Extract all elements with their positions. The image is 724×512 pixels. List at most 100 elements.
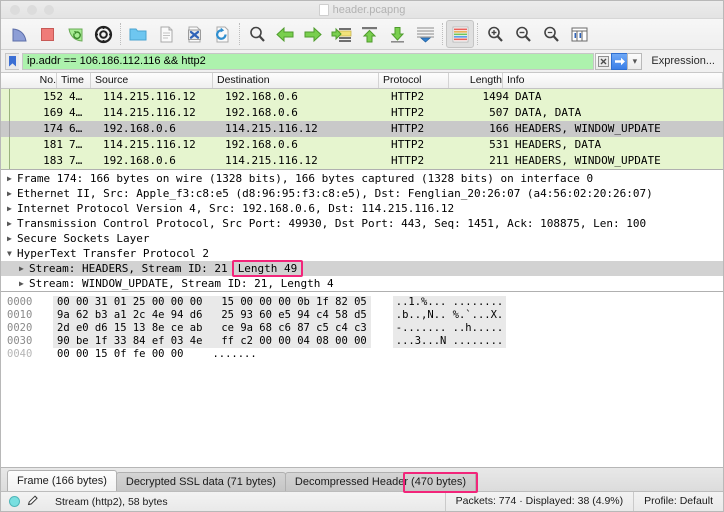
cell-source: 114.215.116.12 bbox=[100, 105, 222, 121]
table-row[interactable]: 1524…114.215.116.12192.168.0.6HTTP21494D… bbox=[1, 89, 723, 105]
chevron-right-icon[interactable]: ▶ bbox=[19, 276, 29, 291]
go-back-icon[interactable] bbox=[271, 20, 299, 48]
cell-protocol: HTTP2 bbox=[388, 153, 458, 169]
save-file-icon[interactable] bbox=[152, 20, 180, 48]
go-to-packet-icon[interactable] bbox=[327, 20, 355, 48]
apply-filter-button[interactable] bbox=[611, 53, 628, 70]
restart-capture-icon[interactable] bbox=[61, 20, 89, 48]
zoom-out-icon[interactable] bbox=[509, 20, 537, 48]
packets-counter: Packets: 774 · Displayed: 38 (4.9%) bbox=[445, 492, 634, 511]
packet-list-body[interactable]: 1524…114.215.116.12192.168.0.6HTTP21494D… bbox=[1, 89, 723, 169]
cell-info: HEADERS, WINDOW_UPDATE bbox=[512, 153, 723, 169]
table-row[interactable]: 1746…192.168.0.6114.215.116.12HTTP2166HE… bbox=[1, 121, 723, 137]
row-gutter bbox=[1, 105, 10, 121]
hex-dump-row[interactable]: 00109a 62 b3 a1 2c 4e 94 d6 25 93 60 e5 … bbox=[7, 309, 723, 322]
column-header-protocol[interactable]: Protocol bbox=[379, 73, 449, 88]
row-gutter bbox=[1, 121, 10, 137]
chevron-right-icon[interactable]: ▶ bbox=[7, 171, 17, 186]
detail-tree-item[interactable]: ▶Secure Sockets Layer bbox=[1, 231, 723, 246]
zoom-reset-icon[interactable] bbox=[537, 20, 565, 48]
column-header-no[interactable]: No. bbox=[1, 73, 57, 88]
cell-source: 192.168.0.6 bbox=[100, 153, 222, 169]
filter-history-dropdown[interactable]: ▾ bbox=[627, 53, 642, 70]
reload-file-icon[interactable] bbox=[208, 20, 236, 48]
chevron-right-icon[interactable]: ▶ bbox=[19, 261, 29, 276]
capture-options-icon[interactable] bbox=[89, 20, 117, 48]
hex-dump-row[interactable]: 000000 00 31 01 25 00 00 00 15 00 00 00 … bbox=[7, 296, 723, 309]
capture-comment-icon[interactable] bbox=[26, 494, 39, 510]
colorize-icon[interactable] bbox=[446, 20, 474, 48]
byte-view-tabbar[interactable]: Frame (166 bytes)Decrypted SSL data (71 … bbox=[1, 467, 723, 491]
byte-view-tab[interactable]: Decompressed Header (470 bytes) bbox=[285, 472, 476, 491]
packet-list-header[interactable]: No. Time Source Destination Protocol Len… bbox=[1, 73, 723, 89]
minimize-button[interactable] bbox=[27, 5, 37, 15]
status-icons[interactable] bbox=[1, 494, 47, 510]
display-filter-bar[interactable]: ip.addr == 106.186.112.116 && http2 ▾ Ex… bbox=[1, 50, 723, 73]
cell-no: 169 bbox=[10, 105, 66, 121]
expression-button[interactable]: Expression... bbox=[645, 55, 719, 67]
cell-protocol: HTTP2 bbox=[388, 105, 458, 121]
detail-tree-item[interactable]: ▶Internet Protocol Version 4, Src: 192.1… bbox=[1, 201, 723, 216]
detail-tree-item[interactable]: ▶Stream: WINDOW_UPDATE, Stream ID: 21, L… bbox=[1, 276, 723, 291]
packet-list-pane[interactable]: No. Time Source Destination Protocol Len… bbox=[1, 73, 723, 170]
expert-info-icon[interactable] bbox=[9, 496, 20, 507]
column-header-length[interactable]: Length bbox=[449, 73, 503, 88]
auto-scroll-icon[interactable] bbox=[411, 20, 439, 48]
cell-protocol: HTTP2 bbox=[388, 137, 458, 153]
main-toolbar[interactable] bbox=[1, 19, 723, 50]
detail-tree-item[interactable]: ▶Frame 174: 166 bytes on wire (1328 bits… bbox=[1, 171, 723, 186]
go-to-last-icon[interactable] bbox=[383, 20, 411, 48]
title-bar: header.pcapng bbox=[1, 1, 723, 19]
zoom-button[interactable] bbox=[44, 5, 54, 15]
byte-view-tab[interactable]: Decrypted SSL data (71 bytes) bbox=[116, 472, 286, 491]
start-capture-icon[interactable] bbox=[5, 20, 33, 48]
cell-destination: 114.215.116.12 bbox=[222, 153, 388, 169]
hex-dump-row[interactable]: 003090 be 1f 33 84 ef 03 4e ff c2 00 00 … bbox=[7, 335, 723, 348]
column-header-destination[interactable]: Destination bbox=[213, 73, 379, 88]
cell-no: 183 bbox=[10, 153, 66, 169]
cell-time: 6… bbox=[66, 121, 100, 137]
hex-dump-row[interactable]: 00202d e0 d6 15 13 8e ce ab ce 9a 68 c6 … bbox=[7, 322, 723, 335]
column-header-source[interactable]: Source bbox=[91, 73, 213, 88]
go-to-first-icon[interactable] bbox=[355, 20, 383, 48]
open-file-icon[interactable] bbox=[124, 20, 152, 48]
detail-tree-item[interactable]: ▶Stream: HEADERS, Stream ID: 21Length 49 bbox=[1, 261, 723, 276]
hex-dump-row[interactable]: 004000 00 15 0f fe 00 00....... bbox=[7, 348, 723, 361]
chevron-down-icon[interactable]: ▼ bbox=[7, 246, 17, 261]
chevron-down-icon: ▾ bbox=[633, 56, 638, 67]
filter-buttons[interactable]: ▾ bbox=[596, 53, 642, 70]
table-row[interactable]: 1837…192.168.0.6114.215.116.12HTTP2211HE… bbox=[1, 153, 723, 169]
hex-ascii: ...3...N ........ bbox=[393, 335, 506, 348]
display-filter-input[interactable]: ip.addr == 106.186.112.116 && http2 bbox=[22, 53, 594, 70]
close-button[interactable] bbox=[10, 5, 20, 15]
bookmark-icon[interactable] bbox=[5, 53, 19, 70]
column-header-time[interactable]: Time bbox=[57, 73, 91, 88]
profile-indicator[interactable]: Profile: Default bbox=[633, 492, 723, 511]
chevron-right-icon[interactable]: ▶ bbox=[7, 201, 17, 216]
stop-capture-icon[interactable] bbox=[33, 20, 61, 48]
window-controls[interactable] bbox=[10, 5, 54, 15]
detail-tree-item[interactable]: ▶Ethernet II, Src: Apple_f3:c8:e5 (d8:96… bbox=[1, 186, 723, 201]
chevron-right-icon[interactable]: ▶ bbox=[7, 186, 17, 201]
resize-columns-icon[interactable] bbox=[565, 20, 593, 48]
find-packet-icon[interactable] bbox=[243, 20, 271, 48]
toolbar-separator bbox=[477, 23, 478, 45]
hex-ascii: .b..,N.. %.`...X. bbox=[393, 309, 506, 322]
hex-bytes: 2d e0 d6 15 13 8e ce ab ce 9a 68 c6 87 c… bbox=[53, 322, 371, 335]
zoom-in-icon[interactable] bbox=[481, 20, 509, 48]
close-file-icon[interactable] bbox=[180, 20, 208, 48]
status-left-text: Stream (http2), 58 bytes bbox=[47, 496, 168, 508]
clear-filter-button[interactable] bbox=[595, 53, 612, 70]
byte-view-tab[interactable]: Frame (166 bytes) bbox=[7, 470, 117, 491]
go-forward-icon[interactable] bbox=[299, 20, 327, 48]
chevron-right-icon[interactable]: ▶ bbox=[7, 216, 17, 231]
table-row[interactable]: 1817…114.215.116.12192.168.0.6HTTP2531HE… bbox=[1, 137, 723, 153]
packet-details-pane[interactable]: ▶Frame 174: 166 bytes on wire (1328 bits… bbox=[1, 170, 723, 292]
chevron-right-icon[interactable]: ▶ bbox=[7, 231, 17, 246]
packet-bytes-pane[interactable]: 000000 00 31 01 25 00 00 00 15 00 00 00 … bbox=[1, 292, 723, 467]
table-row[interactable]: 1694…114.215.116.12192.168.0.6HTTP2507DA… bbox=[1, 105, 723, 121]
detail-tree-item[interactable]: ▶Transmission Control Protocol, Src Port… bbox=[1, 216, 723, 231]
toolbar-separator bbox=[442, 23, 443, 45]
column-header-info[interactable]: Info bbox=[503, 73, 723, 88]
detail-tree-item[interactable]: ▼HyperText Transfer Protocol 2 bbox=[1, 246, 723, 261]
